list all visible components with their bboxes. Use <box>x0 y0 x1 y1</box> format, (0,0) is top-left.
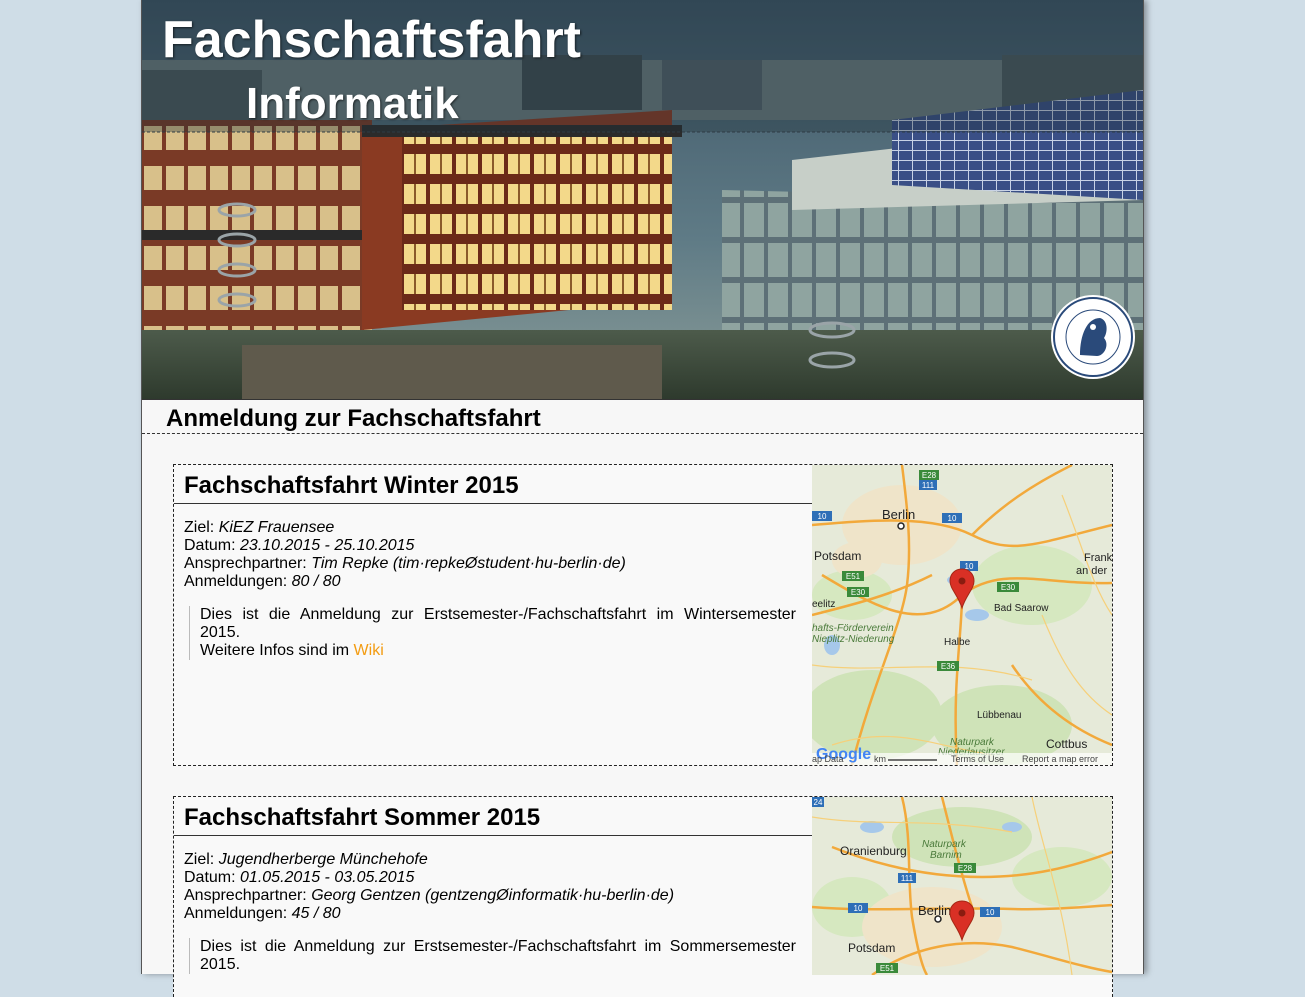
trip-info: Fachschaftsfahrt Winter 2015 Ziel: KiEZ … <box>174 465 812 660</box>
svg-text:E28: E28 <box>958 864 973 873</box>
svg-text:Nieplitz-Niederung: Nieplitz-Niederung <box>812 634 895 645</box>
svg-text:Naturpark: Naturpark <box>922 839 967 850</box>
wiki-link[interactable]: Wiki <box>354 642 384 659</box>
svg-text:Bad Saarow: Bad Saarow <box>994 603 1049 614</box>
trip-destination: Ziel: KiEZ Frauensee <box>184 519 335 536</box>
trip-registrations: Anmeldungen: 80 / 80 <box>184 573 341 590</box>
svg-text:E51: E51 <box>880 964 895 973</box>
svg-text:10: 10 <box>986 908 995 917</box>
svg-text:111: 111 <box>901 874 914 883</box>
svg-text:Halbe: Halbe <box>944 637 971 648</box>
svg-text:Lübbenau: Lübbenau <box>977 710 1022 721</box>
trip-title[interactable]: Fachschaftsfahrt Winter 2015 <box>174 465 812 504</box>
svg-text:10: 10 <box>854 904 863 913</box>
svg-text:10: 10 <box>818 512 827 521</box>
page-container: Fachschaftsfahrt Informatik Anmeldung zu… <box>141 0 1144 997</box>
map-graphic: 111 E28 10 10 10 E51 E30 E30 E36 Berlin … <box>812 465 1112 765</box>
trip-date: Datum: 23.10.2015 - 25.10.2015 <box>184 537 415 554</box>
svg-text:Berlin: Berlin <box>918 903 951 918</box>
svg-text:E30: E30 <box>1001 583 1016 592</box>
trip-title[interactable]: Fachschaftsfahrt Sommer 2015 <box>174 797 812 836</box>
trip-registrations: Anmeldungen: 45 / 80 <box>184 905 341 922</box>
heading-divider <box>142 433 1143 434</box>
svg-text:hafts-Förderverein: hafts-Förderverein <box>812 623 894 634</box>
svg-text:Cottbus: Cottbus <box>1046 737 1087 751</box>
trip-details: Ziel: Jugendherberge Münchehofe Datum: 0… <box>174 836 812 923</box>
svg-text:Barnim: Barnim <box>930 850 962 861</box>
svg-text:E28: E28 <box>922 471 937 480</box>
trip-info: Fachschaftsfahrt Sommer 2015 Ziel: Jugen… <box>174 797 812 974</box>
svg-text:Oranienburg: Oranienburg <box>840 844 907 858</box>
svg-text:ap Data: ap Data <box>812 754 844 764</box>
svg-text:Potsdam: Potsdam <box>814 549 861 563</box>
svg-text:10: 10 <box>948 514 957 523</box>
trip-details: Ziel: KiEZ Frauensee Datum: 23.10.2015 -… <box>174 504 812 591</box>
svg-text:111: 111 <box>922 481 935 490</box>
trip-card-winter[interactable]: Fachschaftsfahrt Winter 2015 Ziel: KiEZ … <box>173 464 1113 766</box>
trip-contact: Ansprechpartner: Georg Gentzen (gentzeng… <box>184 887 675 904</box>
svg-text:E36: E36 <box>941 662 956 671</box>
svg-text:24: 24 <box>814 798 823 807</box>
report-map-error-link[interactable]: Report a map error <box>1022 754 1098 764</box>
trip-contact: Ansprechpartner: Tim Repke (tim·repkeØst… <box>184 555 626 572</box>
trip-description: Dies ist die Anmeldung zur Erstsemester-… <box>189 938 796 974</box>
map-graphic: 24 E28 111 10 10 E51 Oranienburg Naturpa… <box>812 797 1112 975</box>
trip-description: Dies ist die Anmeldung zur Erstsemester-… <box>189 606 796 660</box>
trip-map-summer[interactable]: 24 E28 111 10 10 E51 Oranienburg Naturpa… <box>812 797 1112 975</box>
svg-text:Potsdam: Potsdam <box>848 941 895 955</box>
trip-card-summer[interactable]: Fachschaftsfahrt Sommer 2015 Ziel: Jugen… <box>173 796 1113 997</box>
svg-text:km: km <box>874 754 886 764</box>
trip-destination: Ziel: Jugendherberge Münchehofe <box>184 851 428 868</box>
trip-map-winter[interactable]: 111 E28 10 10 10 E51 E30 E30 E36 Berlin … <box>812 465 1112 765</box>
svg-text:E30: E30 <box>851 588 866 597</box>
page-title: Anmeldung zur Fachschaftsfahrt <box>166 405 541 432</box>
svg-text:E51: E51 <box>846 572 861 581</box>
svg-text:an der: an der <box>1076 565 1108 577</box>
site-title: Fachschaftsfahrt <box>162 11 581 69</box>
site-subtitle: Informatik <box>246 79 459 128</box>
header-banner: Fachschaftsfahrt Informatik <box>142 0 1143 400</box>
terms-link[interactable]: Terms of Use <box>951 754 1004 764</box>
svg-text:eelitz: eelitz <box>812 599 835 610</box>
trip-date: Datum: 01.05.2015 - 03.05.2015 <box>184 869 415 886</box>
svg-text:Berlin: Berlin <box>882 507 915 522</box>
svg-text:Frank: Frank <box>1084 552 1112 564</box>
university-seal-icon <box>1051 295 1135 379</box>
